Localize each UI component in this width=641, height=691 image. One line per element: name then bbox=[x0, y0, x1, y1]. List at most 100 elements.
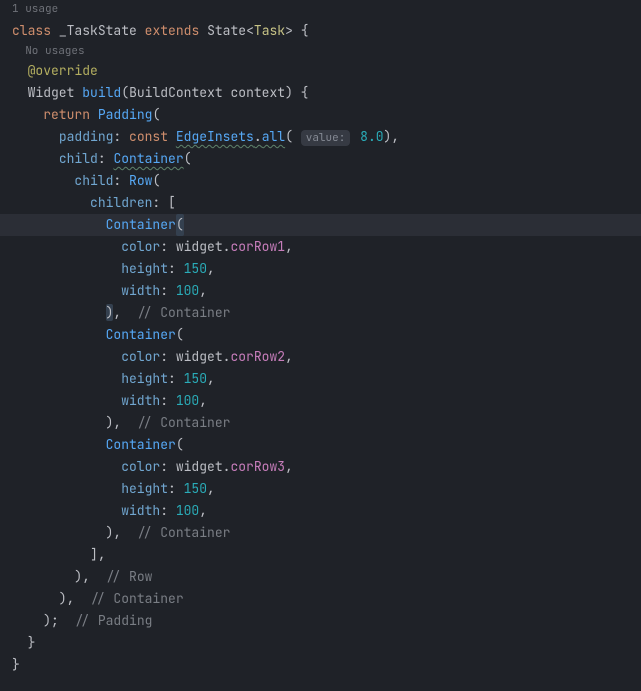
code-line[interactable]: ), // Container bbox=[12, 302, 641, 324]
brace-close-method: } bbox=[28, 634, 36, 651]
code-line[interactable]: width: 100, bbox=[12, 280, 641, 302]
code-line[interactable]: height: 150, bbox=[12, 258, 641, 280]
keyword-return: return bbox=[43, 106, 90, 123]
code-line[interactable]: padding: const EdgeInsets.all( value: 8.… bbox=[12, 126, 641, 148]
keyword-class: class bbox=[12, 22, 51, 39]
code-line-highlighted[interactable]: Container( bbox=[0, 214, 641, 236]
paren-open: ( bbox=[176, 436, 184, 453]
closing-comment: // Container bbox=[137, 304, 231, 321]
colon: : bbox=[160, 458, 176, 475]
code-line[interactable]: children: [ bbox=[12, 192, 641, 214]
brace-open: { bbox=[293, 22, 309, 39]
code-editor[interactable]: class _TaskState extends State<Task> { N… bbox=[0, 18, 641, 676]
class-container: Container bbox=[106, 326, 176, 343]
code-line[interactable]: color: widget.corRow3, bbox=[12, 456, 641, 478]
code-line[interactable]: ), // Container bbox=[12, 412, 641, 434]
arg-height: height bbox=[121, 370, 168, 387]
closing-comment-row: // Row bbox=[106, 568, 153, 585]
code-line[interactable]: return Padding( bbox=[12, 104, 641, 126]
colon: : bbox=[160, 282, 176, 299]
method-build: build bbox=[82, 84, 121, 101]
colon: : bbox=[168, 480, 184, 497]
type-widget: Widget bbox=[28, 84, 75, 101]
code-line[interactable]: Container( bbox=[12, 434, 641, 456]
close-paren: ), bbox=[59, 590, 75, 607]
class-container: Container bbox=[106, 216, 176, 233]
literal-8: 8.0 bbox=[360, 128, 383, 145]
field-corrow1: corRow1 bbox=[230, 238, 285, 255]
code-line[interactable]: ), // Row bbox=[12, 566, 641, 588]
colon: : bbox=[160, 502, 176, 519]
arg-height: height bbox=[121, 260, 168, 277]
comma: , bbox=[207, 480, 215, 497]
colon: : bbox=[160, 392, 176, 409]
code-line[interactable]: class _TaskState extends State<Task> { bbox=[12, 20, 641, 42]
comma: , bbox=[113, 304, 121, 321]
code-line[interactable]: Container( bbox=[12, 324, 641, 346]
arg-children: children bbox=[90, 194, 152, 211]
dot: . bbox=[254, 128, 262, 145]
ref-widget: widget bbox=[176, 348, 223, 365]
angle-open: < bbox=[246, 22, 254, 39]
brace-close-class: } bbox=[12, 656, 20, 673]
usage-hint-inline: No usages bbox=[12, 42, 641, 60]
type-buildcontext: BuildContext bbox=[129, 84, 223, 101]
arg-width: width bbox=[121, 502, 160, 519]
keyword-const: const bbox=[129, 128, 168, 145]
arg-width: width bbox=[121, 392, 160, 409]
literal-100: 100 bbox=[176, 502, 199, 519]
comma: , bbox=[207, 260, 215, 277]
closing-comment-container: // Container bbox=[90, 590, 184, 607]
paren-open: ( bbox=[152, 106, 160, 123]
colon: : bbox=[168, 370, 184, 387]
usage-hint: 1 usage bbox=[0, 0, 641, 18]
param-context: context bbox=[223, 84, 285, 101]
closing-comment: // Container bbox=[137, 414, 231, 431]
literal-150: 150 bbox=[184, 480, 207, 497]
close-paren: ), bbox=[384, 128, 400, 145]
code-line[interactable]: } bbox=[12, 632, 641, 654]
code-line[interactable]: width: 100, bbox=[12, 390, 641, 412]
paren-matched: ( bbox=[176, 214, 184, 236]
close-paren: ), bbox=[106, 524, 122, 541]
class-edgeinsets: EdgeInsets bbox=[176, 128, 254, 145]
code-line[interactable]: ], bbox=[12, 544, 641, 566]
comma: , bbox=[199, 392, 207, 409]
colon: : bbox=[160, 348, 176, 365]
angle-close: > bbox=[285, 22, 293, 39]
literal-150: 150 bbox=[184, 370, 207, 387]
colon: : bbox=[98, 150, 114, 167]
paren-open: ( bbox=[152, 172, 160, 189]
code-line[interactable]: child: Row( bbox=[12, 170, 641, 192]
comma: , bbox=[199, 282, 207, 299]
code-line[interactable]: ), // Container bbox=[12, 522, 641, 544]
close-bracket: ], bbox=[90, 546, 106, 563]
arg-color: color bbox=[121, 348, 160, 365]
close-paren: ), bbox=[74, 568, 90, 585]
code-line[interactable]: Widget build(BuildContext context) { bbox=[12, 82, 641, 104]
method-all: all bbox=[262, 128, 285, 145]
paren-open: ( bbox=[285, 128, 293, 145]
class-container: Container bbox=[106, 436, 176, 453]
param-hint-value: value: bbox=[301, 130, 351, 146]
arg-width: width bbox=[121, 282, 160, 299]
paren-open: ( bbox=[184, 150, 192, 167]
code-line[interactable]: color: widget.corRow1, bbox=[12, 236, 641, 258]
code-line[interactable]: @override bbox=[12, 60, 641, 82]
type-task: Task bbox=[254, 22, 285, 39]
code-line[interactable]: height: 150, bbox=[12, 368, 641, 390]
code-line[interactable]: child: Container( bbox=[12, 148, 641, 170]
code-line[interactable]: } bbox=[12, 654, 641, 676]
colon: : bbox=[168, 260, 184, 277]
comma: , bbox=[207, 370, 215, 387]
code-line[interactable]: ), // Container bbox=[12, 588, 641, 610]
class-padding: Padding bbox=[98, 106, 153, 123]
code-line[interactable]: width: 100, bbox=[12, 500, 641, 522]
code-line[interactable]: height: 150, bbox=[12, 478, 641, 500]
code-line[interactable]: ); // Padding bbox=[12, 610, 641, 632]
class-row: Row bbox=[129, 172, 152, 189]
field-corrow3: corRow3 bbox=[230, 458, 285, 475]
comma: , bbox=[285, 238, 293, 255]
code-line[interactable]: color: widget.corRow2, bbox=[12, 346, 641, 368]
comma: , bbox=[285, 458, 293, 475]
